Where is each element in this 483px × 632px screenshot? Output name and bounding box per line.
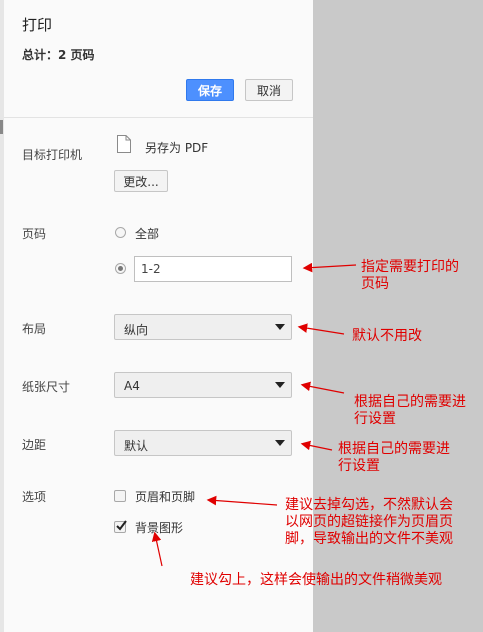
checkmark-icon <box>116 520 127 531</box>
annotation-pages: 指定需要打印的 页码 <box>361 259 459 293</box>
annotation-paper-line1: 根据自己的需要进 <box>354 394 466 410</box>
layout-value: 纵向 <box>124 323 149 337</box>
change-destination-button[interactable]: 更改... <box>114 170 168 192</box>
annotation-layout: 默认不用改 <box>352 328 422 344</box>
pages-label: 页码 <box>22 227 47 241</box>
background-graphics-label: 背景图形 <box>135 521 184 535</box>
annotation-background: 建议勾上，这样会使输出的文件稍微美观 <box>190 572 442 588</box>
pages-all-label: 全部 <box>135 227 160 241</box>
pages-all-radio[interactable] <box>115 227 126 238</box>
chevron-down-icon <box>275 382 285 388</box>
paper-size-label: 纸张尺寸 <box>22 380 71 394</box>
headers-footers-label: 页眉和页脚 <box>135 490 196 504</box>
annotation-margins: 根据自己的需要进 行设置 <box>338 441 450 475</box>
destination-name: 另存为 PDF <box>145 141 209 155</box>
annotation-margins-line2: 行设置 <box>338 458 380 474</box>
radio-selected-dot <box>118 266 123 271</box>
margins-value: 默认 <box>124 439 149 453</box>
chevron-down-icon <box>275 324 285 330</box>
headers-footers-checkbox[interactable] <box>114 490 126 502</box>
options-label: 选项 <box>22 490 47 504</box>
margins-label: 边距 <box>22 438 47 452</box>
annotation-headers: 建议去掉勾选，不然默认会 以网页的超链接作为页眉页 脚，导致输出的文件不美观 <box>285 497 453 548</box>
save-button[interactable]: 保存 <box>186 79 234 101</box>
annotation-headers-line3: 脚，导致输出的文件不美观 <box>285 531 453 547</box>
margins-select[interactable]: 默认 <box>114 430 292 456</box>
annotation-headers-line1: 建议去掉勾选，不然默认会 <box>285 497 453 513</box>
header-divider <box>4 117 313 118</box>
annotation-margins-line1: 根据自己的需要进 <box>338 441 450 457</box>
dialog-title: 打印 <box>22 16 53 34</box>
annotation-pages-line2: 页码 <box>361 276 389 292</box>
layout-label: 布局 <box>22 322 47 336</box>
edge-marker <box>0 120 3 134</box>
annotation-pages-line1: 指定需要打印的 <box>361 259 459 275</box>
annotation-paper: 根据自己的需要进 行设置 <box>354 394 466 428</box>
background-graphics-checkbox[interactable] <box>114 520 127 533</box>
annotation-paper-line2: 行设置 <box>354 411 396 427</box>
page-total: 总计：2 页码 <box>22 48 95 62</box>
pages-custom-input[interactable] <box>134 256 292 282</box>
left-edge-strip <box>0 0 4 632</box>
pages-custom-radio[interactable] <box>115 263 126 274</box>
paper-size-value: A4 <box>124 379 140 393</box>
destination-label: 目标打印机 <box>22 148 83 162</box>
layout-select[interactable]: 纵向 <box>114 314 292 340</box>
annotation-headers-line2: 以网页的超链接作为页眉页 <box>285 514 453 530</box>
chevron-down-icon <box>275 440 285 446</box>
paper-size-select[interactable]: A4 <box>114 372 292 398</box>
cancel-button[interactable]: 取消 <box>245 79 293 101</box>
pdf-file-icon <box>117 135 131 153</box>
